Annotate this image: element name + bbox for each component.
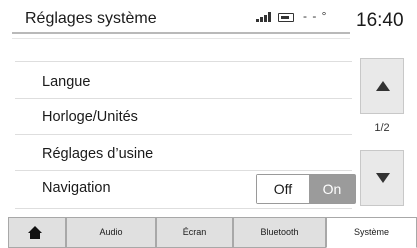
menu-item-navigation: Navigation	[42, 180, 111, 196]
menu-item-horloge-unites[interactable]: Horloge/Unités	[42, 109, 138, 125]
page-indicator: 1/2	[374, 122, 390, 134]
list-divider	[15, 208, 352, 209]
list-divider	[15, 134, 352, 135]
page-title: Réglages système	[25, 10, 157, 27]
temperature-readout: - - °	[303, 9, 328, 23]
tab-home[interactable]	[8, 217, 66, 248]
menu-item-langue[interactable]: Langue	[42, 74, 90, 90]
tab-systeme[interactable]: Système	[326, 217, 417, 248]
toggle-on-option[interactable]: On	[309, 175, 355, 203]
menu-item-reglages-usine[interactable]: Réglages d’usine	[42, 146, 153, 162]
arrow-down-icon	[376, 173, 390, 183]
header: Réglages système - - ° 16:40	[0, 0, 417, 44]
tab-ecran[interactable]: Écran	[156, 217, 233, 248]
tab-audio[interactable]: Audio	[66, 217, 156, 248]
arrow-up-icon	[376, 81, 390, 91]
list-divider	[15, 61, 352, 62]
scroll-up-button[interactable]	[360, 58, 404, 114]
list-divider	[15, 170, 352, 171]
header-divider-light	[12, 38, 350, 39]
toggle-off-option[interactable]: Off	[257, 175, 309, 203]
scroll-down-button[interactable]	[360, 150, 404, 206]
home-icon	[28, 226, 42, 240]
tab-bluetooth[interactable]: Bluetooth	[233, 217, 326, 248]
signal-icon	[256, 12, 272, 22]
header-divider	[12, 32, 350, 34]
list-divider	[15, 98, 352, 99]
bottom-tab-bar: Audio Écran Bluetooth Système	[0, 217, 417, 248]
clock: 16:40	[356, 10, 404, 31]
navigation-toggle[interactable]: Off On	[256, 174, 356, 204]
system-settings-screen: Réglages système - - ° 16:40 Langue Horl…	[0, 0, 417, 248]
battery-icon	[278, 13, 294, 22]
